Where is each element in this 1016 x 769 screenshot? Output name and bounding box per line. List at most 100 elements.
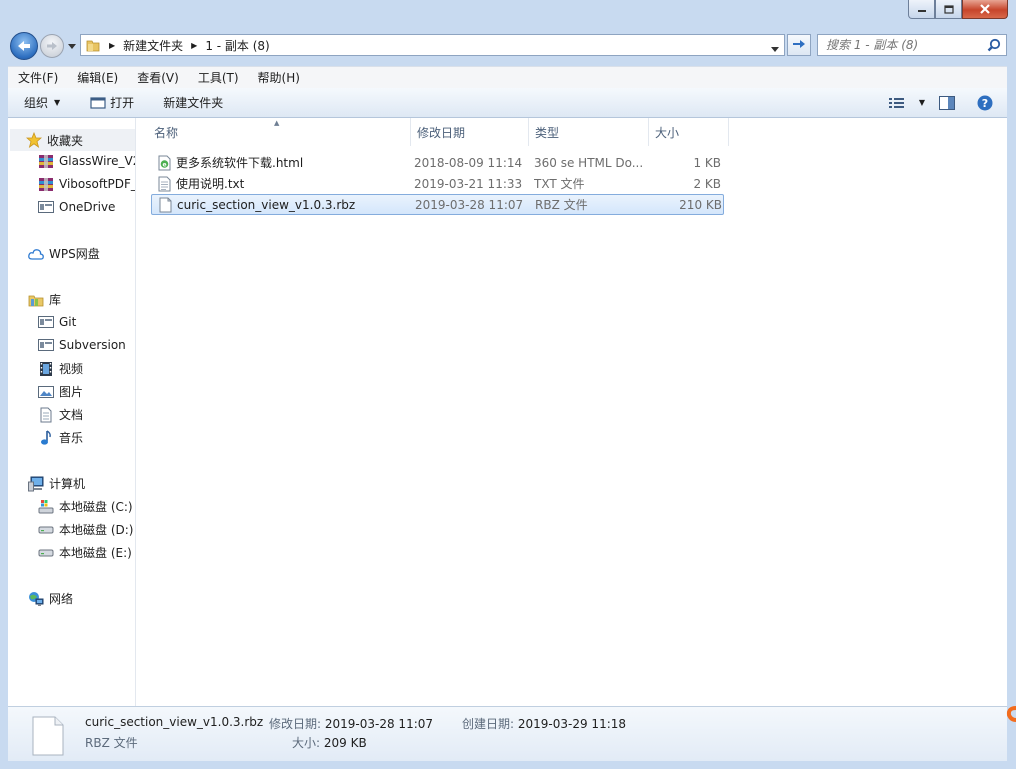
sidebar-item-documents[interactable]: 文档 [38, 406, 83, 423]
sidebar-item-label: GlassWire_V2 [59, 154, 136, 168]
sidebar-item-videos[interactable]: 视频 [38, 360, 83, 377]
sidebar-item-music[interactable]: 音乐 [38, 429, 83, 446]
minimize-button[interactable] [908, 0, 935, 19]
details-modified: 修改日期: 2019-03-28 11:07 [269, 715, 433, 732]
file-row[interactable]: e 更多系统软件下载.html 2018-08-09 11:14 360 se … [151, 152, 724, 173]
explorer-window: ▶ 新建文件夹 ▶ 1 - 副本 (8) 文件(F) 编辑(E) 查看(V) 工… [0, 0, 1016, 769]
file-size: 210 KB [679, 197, 722, 212]
breadcrumb-item[interactable]: 新建文件夹 [123, 37, 183, 54]
column-header-modified[interactable]: 修改日期 [411, 118, 529, 146]
sidebar-item-label: VibosoftPDF_ [59, 177, 136, 191]
sidebar-item-drive-c[interactable]: 本地磁盘 (C:) [38, 498, 133, 515]
sidebar-item-vibosoftpdf[interactable]: VibosoftPDF_ [38, 176, 136, 192]
sidebar-item-onedrive[interactable]: OneDrive [38, 199, 115, 215]
details-size-label: 大小: [292, 736, 321, 750]
chevron-down-icon[interactable]: ▼ [919, 98, 925, 107]
breadcrumb-item[interactable]: 1 - 副本 (8) [205, 37, 269, 54]
column-header-label: 大小 [655, 125, 680, 140]
ime-logo-icon [1006, 706, 1016, 722]
sidebar-item-label: 文档 [59, 408, 84, 422]
maximize-button[interactable] [935, 0, 962, 19]
search-box[interactable] [817, 34, 1007, 56]
sidebar-item-label: 本地磁盘 (D:) [59, 523, 134, 537]
new-folder-button[interactable]: 新建文件夹 [163, 94, 223, 111]
search-icon[interactable] [987, 38, 1001, 55]
file-modified: 2019-03-28 11:07 [415, 197, 524, 212]
file-modified: 2018-08-09 11:14 [414, 155, 523, 170]
picture-icon [38, 384, 54, 400]
sidebar-item-drive-d[interactable]: 本地磁盘 (D:) [38, 521, 133, 538]
sidebar-item-favorites[interactable]: 收藏夹 [10, 129, 135, 151]
file-size: 2 KB [693, 176, 721, 191]
sidebar-item-glasswire[interactable]: GlassWire_V2 [38, 153, 136, 169]
menu-tools[interactable]: 工具(T) [188, 69, 248, 86]
column-header-size[interactable]: 大小 [649, 118, 729, 146]
column-header-type[interactable]: 类型 [529, 118, 649, 146]
address-bar[interactable]: ▶ 新建文件夹 ▶ 1 - 副本 (8) [80, 34, 785, 56]
sidebar-item-label: Git [59, 315, 77, 329]
menu-view[interactable]: 查看(V) [127, 69, 188, 86]
change-view-button[interactable]: ▼ [888, 97, 925, 109]
address-history-dropdown[interactable] [771, 41, 779, 55]
sidebar-item-label: OneDrive [59, 200, 116, 214]
preview-pane-icon [939, 95, 955, 110]
column-header-name[interactable]: ▲ 名称 [136, 118, 411, 146]
sidebar-item-libraries[interactable]: 库 [28, 291, 61, 308]
arrow-left-icon [18, 41, 30, 51]
file-row-selected[interactable]: curic_section_view_v1.0.3.rbz 2019-03-28… [151, 194, 724, 215]
menu-file[interactable]: 文件(F) [8, 69, 67, 86]
forward-button[interactable] [40, 34, 64, 58]
sidebar-item-label: 收藏夹 [47, 133, 84, 148]
details-created-value: 2019-03-29 11:18 [517, 717, 627, 731]
sidebar-item-label: 本地磁盘 (C:) [59, 500, 133, 514]
sidebar-item-computer[interactable]: 计算机 [28, 475, 85, 492]
file-row[interactable]: 使用说明.txt 2019-03-21 11:33 TXT 文件 2 KB [151, 173, 724, 194]
file-modified: 2019-03-21 11:33 [414, 176, 523, 191]
sidebar-item-drive-e[interactable]: 本地磁盘 (E:) [38, 544, 132, 561]
navigation-pane[interactable]: 收藏夹 GlassWire_V2 VibosoftPDF_ OneDrive W… [8, 118, 136, 706]
file-type: TXT 文件 [534, 177, 585, 191]
sidebar-item-label: WPS网盘 [49, 247, 100, 261]
library-folder-icon [28, 292, 44, 308]
network-icon [28, 591, 44, 607]
file-name-cell: e 更多系统软件下载.html [151, 154, 414, 171]
sidebar-item-subversion[interactable]: Subversion [38, 337, 126, 353]
file-name-cell: curic_section_view_v1.0.3.rbz [152, 197, 415, 213]
new-folder-label: 新建文件夹 [163, 96, 224, 110]
caption-buttons [908, 0, 1008, 20]
organize-button[interactable]: 组织 ▼ [24, 94, 60, 111]
file-name: curic_section_view_v1.0.3.rbz [177, 197, 356, 212]
file-type: 360 se HTML Do... [534, 155, 644, 170]
drive-icon [38, 545, 54, 561]
sidebar-item-network[interactable]: 网络 [28, 590, 73, 607]
breadcrumb-separator-icon[interactable]: ▶ [191, 41, 197, 50]
toolbar-right-group: ▼ ? [888, 88, 1007, 117]
open-label: 打开 [110, 96, 135, 110]
sidebar-item-label: 音乐 [59, 431, 84, 445]
recent-pages-button[interactable] [67, 43, 77, 49]
search-input[interactable] [818, 37, 988, 53]
file-list[interactable]: ▲ 名称 修改日期 类型 大小 e 更多系统软件下载.html 2018-08-… [136, 118, 1007, 706]
details-created: 创建日期: 2019-03-29 11:18 [462, 715, 626, 732]
menu-bar: 文件(F) 编辑(E) 查看(V) 工具(T) 帮助(H) [8, 66, 1007, 88]
open-button[interactable]: 打开 [90, 94, 134, 111]
refresh-icon [793, 40, 805, 48]
chevron-down-icon: ▼ [54, 98, 61, 107]
close-button[interactable] [962, 0, 1008, 19]
preview-pane-button[interactable] [939, 95, 955, 110]
details-file-type: RBZ 文件 [85, 736, 138, 750]
menu-help[interactable]: 帮助(H) [248, 69, 309, 86]
help-button[interactable]: ? [977, 95, 993, 111]
file-name: 使用说明.txt [176, 177, 245, 191]
breadcrumb-separator-icon[interactable]: ▶ [109, 41, 115, 50]
refresh-button[interactable] [787, 34, 811, 56]
sidebar-item-pictures[interactable]: 图片 [38, 383, 83, 400]
file-size: 1 KB [693, 155, 721, 170]
sidebar-item-wps-cloud[interactable]: WPS网盘 [28, 245, 100, 262]
minimize-icon [917, 10, 926, 12]
cloud-icon [28, 246, 44, 262]
sidebar-item-git[interactable]: Git [38, 314, 76, 330]
back-button[interactable] [10, 32, 38, 60]
menu-edit[interactable]: 编辑(E) [67, 69, 127, 86]
sidebar-item-label: 图片 [59, 385, 84, 399]
